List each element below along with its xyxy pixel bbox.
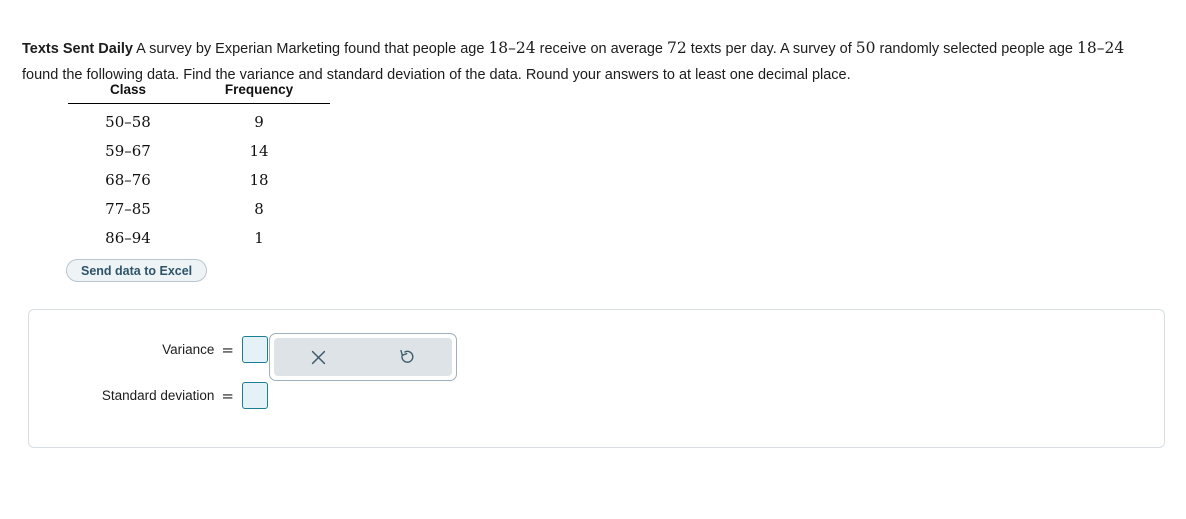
cell-frequency: 14 <box>249 142 269 160</box>
variance-label: Variance <box>162 342 215 357</box>
cell-class: 50–58 <box>105 113 151 131</box>
undo-button[interactable] <box>363 338 452 376</box>
standard-deviation-row: Standard deviation = <box>53 382 268 409</box>
close-x-icon <box>310 349 327 366</box>
standard-deviation-input[interactable] <box>242 382 268 409</box>
clear-answer-button[interactable] <box>274 338 363 376</box>
table-row: 86–94 1 <box>68 224 330 253</box>
table-body: 50–58 9 59–67 14 68–76 18 77–85 8 86–94 1 <box>68 104 330 253</box>
table-row: 68–76 18 <box>68 166 330 195</box>
math-number: 72 <box>667 38 687 57</box>
cell-frequency: 9 <box>254 113 264 131</box>
math-number: 18–24 <box>1077 38 1125 57</box>
answer-fields-group: Variance = Standard deviation = <box>53 336 268 409</box>
standard-deviation-equals-sign: = <box>221 386 234 405</box>
problem-body: A survey by Experian Marketing found tha… <box>22 38 1125 83</box>
column-header-class: Class <box>109 82 147 97</box>
table-header: Class Frequency <box>68 82 330 104</box>
math-number: 18–24 <box>488 38 536 57</box>
answer-panel: Variance = Standard deviation = <box>28 309 1165 448</box>
table-header-row: Class Frequency <box>68 82 330 104</box>
column-header-frequency: Frequency <box>224 82 294 97</box>
problem-title: Texts Sent Daily <box>22 40 133 57</box>
variance-equals-sign: = <box>221 340 234 359</box>
frequency-distribution-table: Class Frequency 50–58 9 59–67 14 68–76 18 77–8… <box>68 82 330 253</box>
cell-frequency: 8 <box>254 200 264 218</box>
standard-deviation-label: Standard deviation <box>101 388 215 403</box>
undo-circular-arrow-icon <box>398 348 417 367</box>
table-row: 50–58 9 <box>68 104 330 137</box>
send-data-to-excel-button[interactable]: Send data to Excel <box>66 259 208 282</box>
table-row: 59–67 14 <box>68 137 330 166</box>
variance-row: Variance = <box>53 336 268 363</box>
toolbar-inner-panel <box>274 338 452 376</box>
cell-class: 77–85 <box>105 200 151 218</box>
table-row: 77–85 8 <box>68 195 330 224</box>
variance-input[interactable] <box>242 336 268 363</box>
cell-frequency: 1 <box>254 229 264 247</box>
cell-class: 68–76 <box>105 171 151 189</box>
math-number: 50 <box>855 38 876 57</box>
cell-class: 59–67 <box>105 142 151 160</box>
cell-frequency: 18 <box>249 171 269 189</box>
cell-class: 86–94 <box>105 229 151 247</box>
answer-tools-toolbar <box>269 333 457 381</box>
problem-statement: Texts Sent Daily A survey by Experian Ma… <box>22 35 1162 88</box>
